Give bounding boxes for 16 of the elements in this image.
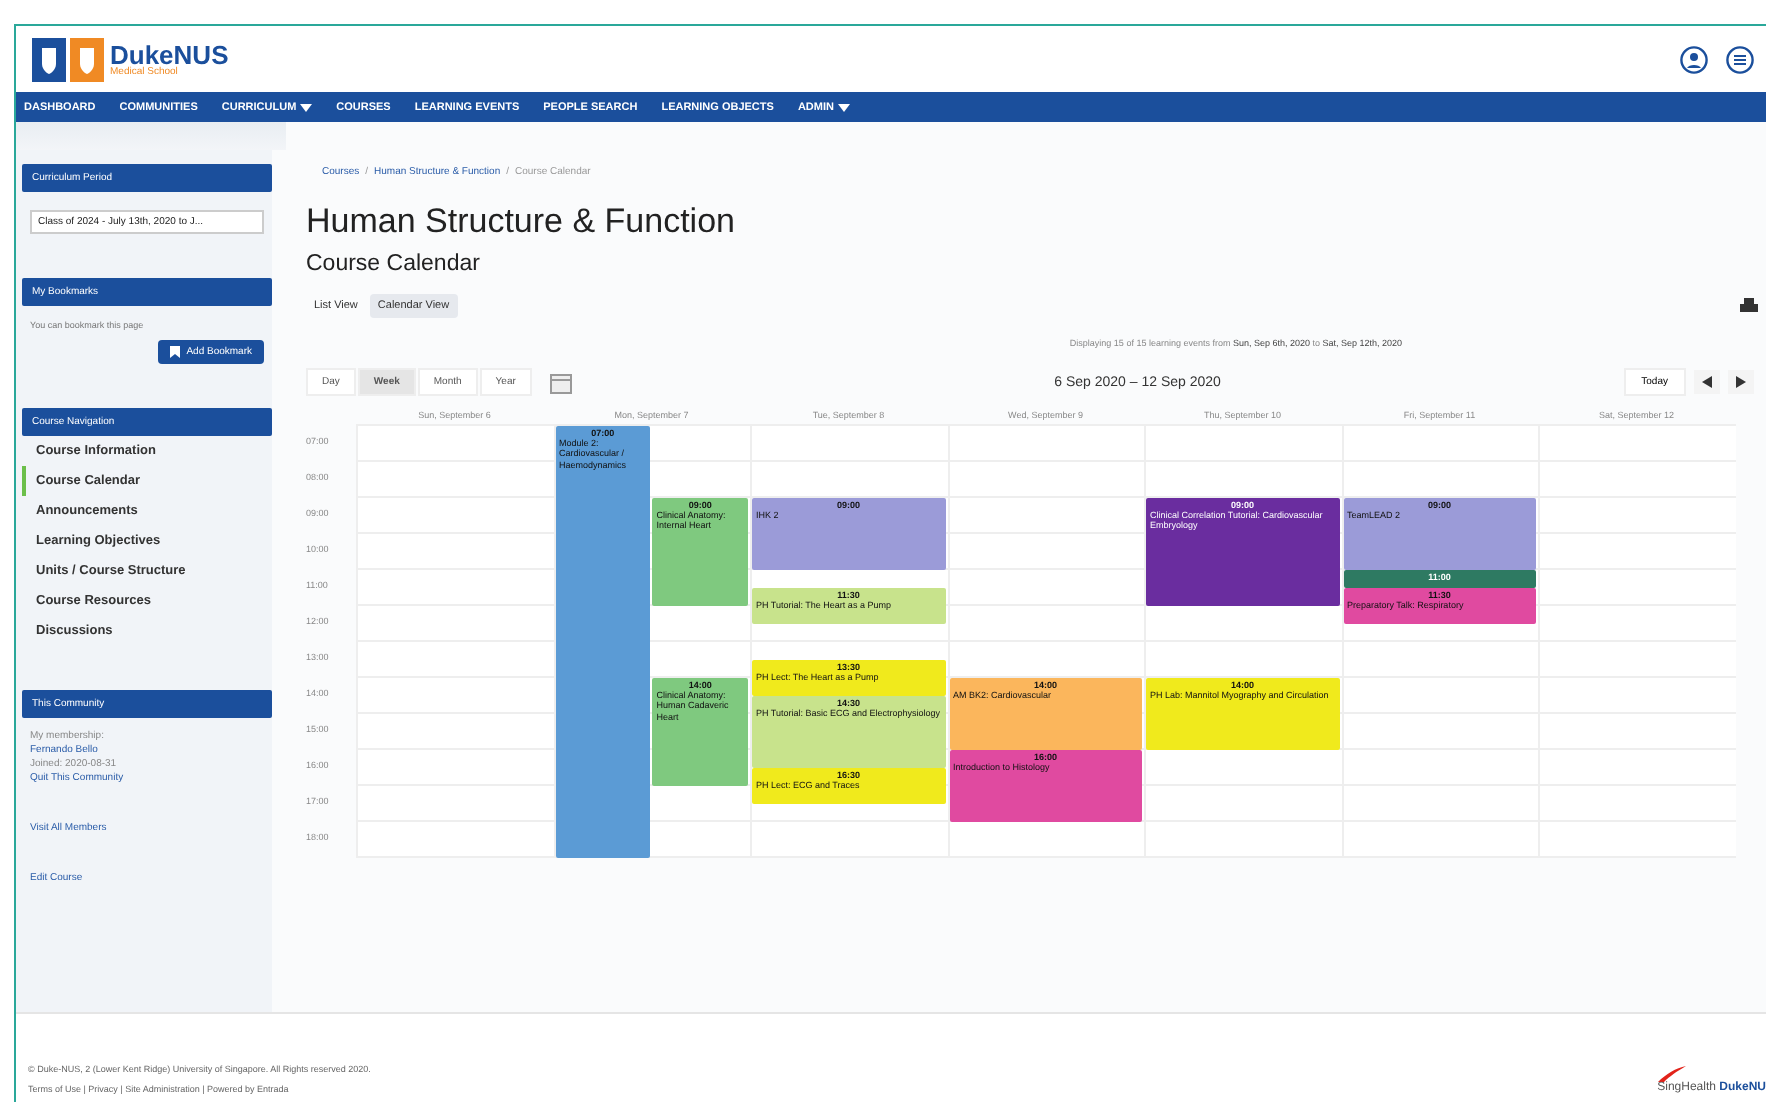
bookmark-icon xyxy=(170,346,181,358)
previous-button[interactable] xyxy=(1694,370,1720,394)
page-subtitle: Course Calendar xyxy=(306,252,482,276)
caret-icon xyxy=(300,103,313,111)
swoosh-icon xyxy=(1657,1066,1686,1082)
left-triangle-icon xyxy=(1702,376,1712,388)
calendar-icon[interactable] xyxy=(549,371,572,393)
logo-name: DukeNUS xyxy=(110,41,229,67)
caret-icon xyxy=(837,103,850,111)
print-icon[interactable] xyxy=(1740,298,1758,314)
right-triangle-icon xyxy=(1736,376,1746,388)
page-title: Human Structure & Function xyxy=(306,202,737,242)
menu-icon[interactable] xyxy=(1726,45,1754,73)
next-button[interactable] xyxy=(1728,370,1754,394)
logo-icon xyxy=(32,37,104,81)
user-icon[interactable] xyxy=(1680,45,1708,73)
